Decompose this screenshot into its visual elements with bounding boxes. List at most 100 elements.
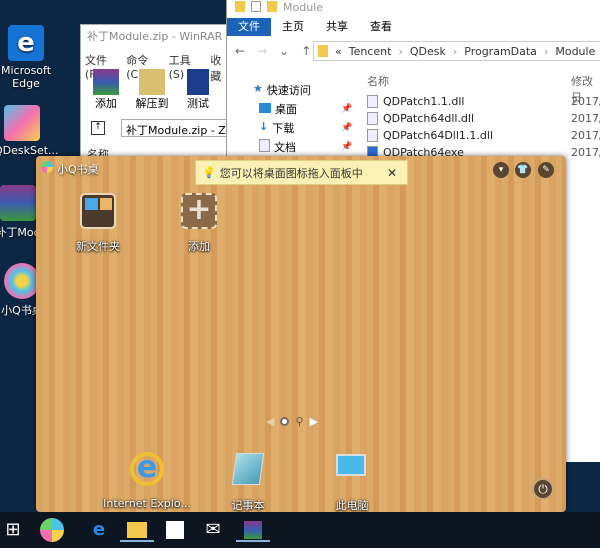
lightbulb-icon: 💡 xyxy=(202,166,216,179)
label: Microsoft Edge xyxy=(0,64,52,90)
ie-label: Internet Explo... xyxy=(103,497,191,510)
taskbar-store[interactable] xyxy=(162,518,188,542)
notepad-icon[interactable] xyxy=(231,453,265,485)
folder-tile[interactable] xyxy=(80,193,116,229)
notepad-label: 记事本 xyxy=(231,499,265,512)
taskbar-edge[interactable]: e xyxy=(86,518,112,542)
edge-icon: e xyxy=(8,25,44,61)
file-date: 2017/1 xyxy=(571,129,600,142)
qdesk-icon xyxy=(4,263,40,299)
breadcrumb-qdesk[interactable]: QDesk xyxy=(410,45,446,58)
label: 下载 xyxy=(272,122,295,135)
dropdown-button[interactable]: ▾ xyxy=(493,162,509,178)
taskbar-winrar[interactable] xyxy=(236,518,270,542)
breadcrumb-tencent[interactable]: Tencent xyxy=(349,45,392,58)
taskbar: ⊞ e ✉ xyxy=(0,512,600,548)
skin-button[interactable]: 👕 xyxy=(515,162,531,178)
file-date: 2017/1 xyxy=(571,95,600,108)
forward-button[interactable]: → xyxy=(257,44,267,58)
desktop-icon xyxy=(259,103,271,113)
add-item-button[interactable]: + xyxy=(181,193,217,229)
extract-icon xyxy=(139,69,165,95)
close-tip-button[interactable]: ✕ xyxy=(387,166,397,180)
breadcrumb-overflow[interactable]: « xyxy=(335,45,342,58)
recent-button[interactable]: ⌄ xyxy=(279,44,289,58)
taskbar-qdesk[interactable] xyxy=(40,518,64,542)
dll-icon xyxy=(367,128,378,142)
path-field[interactable]: 补丁Module.zip - Z xyxy=(121,119,231,137)
download-icon: ↓ xyxy=(259,120,269,133)
panel-title: 小Q书桌 xyxy=(57,163,99,176)
file-name: QDPatch1.1.dll xyxy=(383,94,465,108)
label: 桌面 xyxy=(275,103,297,116)
breadcrumb-programdata[interactable]: ProgramData xyxy=(464,45,537,58)
breadcrumb-module[interactable]: Module xyxy=(555,45,595,58)
label: 解压到 xyxy=(135,97,169,110)
column-name[interactable]: 名称 xyxy=(367,73,389,89)
taskbar-explorer[interactable] xyxy=(120,518,154,542)
file-row[interactable]: QDPatch1.1.dll xyxy=(367,93,464,109)
folder-thumb-icon xyxy=(100,198,112,210)
tab-share[interactable]: 共享 xyxy=(315,18,359,36)
file-row[interactable]: QDPatch64dll.dll xyxy=(367,110,474,126)
nav-desktop[interactable]: 桌面 xyxy=(259,101,297,117)
back-button[interactable]: ← xyxy=(235,44,245,58)
start-button[interactable]: ⊞ xyxy=(0,518,26,542)
tab-home[interactable]: 主页 xyxy=(271,18,315,36)
folder-thumb-icon xyxy=(85,198,98,210)
nav-downloads[interactable]: ↓ 下载 xyxy=(259,120,294,136)
folder-label: 新文件夹 xyxy=(76,240,120,253)
file-name: QDPatch64Dll1.1.dll xyxy=(383,128,494,142)
taskbar-mail[interactable]: ✉ xyxy=(200,518,226,542)
label: 补丁Mod xyxy=(0,226,41,239)
document-icon xyxy=(259,139,270,152)
qdesk-logo-icon xyxy=(41,161,53,173)
new-folder-icon[interactable] xyxy=(267,1,277,12)
ie-icon[interactable]: e xyxy=(130,452,164,486)
power-button[interactable]: ⏻ xyxy=(532,478,554,500)
winrar-archive-icon xyxy=(0,185,36,221)
tab-file[interactable]: 文件 xyxy=(227,18,271,36)
this-pc-icon[interactable] xyxy=(336,454,366,476)
file-name: QDPatch64dll.dll xyxy=(383,111,475,125)
tab-view[interactable]: 查看 xyxy=(359,18,403,36)
add-button[interactable]: 添加 xyxy=(89,69,123,111)
dll-icon xyxy=(367,94,378,108)
up-folder-button[interactable]: ↑ xyxy=(91,121,105,135)
desktop-icon-qdesksetup[interactable]: QDeskSet... xyxy=(0,105,59,157)
this-pc-label: 此电脑 xyxy=(335,499,369,512)
address-bar[interactable]: « Tencent › QDesk › ProgramData › Module xyxy=(313,41,600,61)
add-icon xyxy=(93,69,119,95)
pin-icons: 📌 📌 📌 xyxy=(341,104,353,152)
label: 文档 xyxy=(274,141,296,154)
label: 测试 xyxy=(187,97,209,110)
tip-text: 您可以将桌面图标拖入面板中 xyxy=(219,166,363,180)
desktop-icon-edge[interactable]: e Microsoft Edge xyxy=(0,25,54,90)
window-title: Module xyxy=(283,1,323,14)
up-button[interactable]: ↑ xyxy=(301,44,311,58)
nav-quick-access[interactable]: ★ 快速访问 xyxy=(253,82,311,98)
search-icon[interactable]: ⚲ xyxy=(295,415,303,428)
qdesk-setup-icon xyxy=(4,105,40,141)
file-row[interactable]: QDPatch64Dll1.1.dll xyxy=(367,127,493,143)
label: 快速访问 xyxy=(266,84,311,97)
label: 添加 xyxy=(95,97,117,110)
prev-page-button[interactable]: ◀ xyxy=(266,415,274,428)
edit-button[interactable]: ✎ xyxy=(538,162,554,178)
add-label: 添加 xyxy=(188,240,210,253)
nav-documents[interactable]: 文档 xyxy=(259,139,296,155)
winrar-window[interactable]: 补丁Module.zip - WinRAR 文件(F)命令(C)工具(S)收藏 … xyxy=(80,24,231,164)
folder-icon xyxy=(318,45,328,57)
qdesk-panel[interactable]: 小Q书桌 💡 您可以将桌面图标拖入面板中 ✕ ▾ 👕 ✎ 新文件夹 + 添加 ◀… xyxy=(36,156,566,512)
file-date: 2017/1 xyxy=(571,146,600,159)
test-icon xyxy=(187,69,209,95)
tip-banner: 💡 您可以将桌面图标拖入面板中 ✕ xyxy=(195,160,408,185)
folder-icon xyxy=(235,1,245,12)
dll-icon xyxy=(367,111,378,125)
extract-button[interactable]: 解压到 xyxy=(133,69,171,111)
next-page-button[interactable]: ▶ xyxy=(310,415,318,428)
test-button[interactable]: 测试 xyxy=(181,69,215,111)
star-icon: ★ xyxy=(253,82,263,95)
properties-icon[interactable] xyxy=(251,1,261,12)
page-dot[interactable] xyxy=(280,417,290,426)
